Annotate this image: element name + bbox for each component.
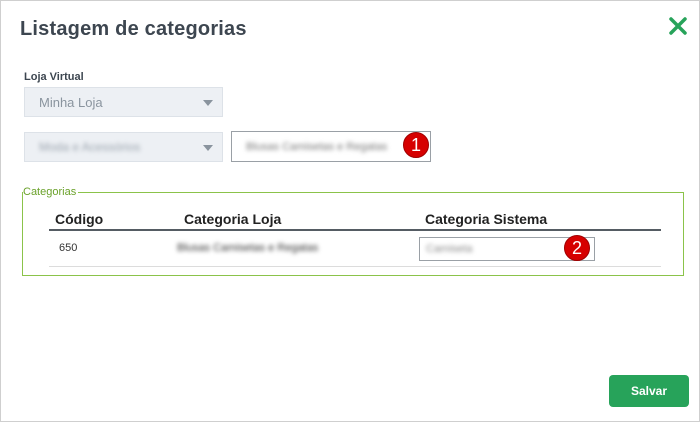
dialog-title: Listagem de categorias <box>20 18 247 40</box>
save-button[interactable]: Salvar <box>609 375 689 407</box>
step-marker-1: 1 <box>403 132 429 158</box>
step-marker-2: 2 <box>564 235 590 261</box>
system-category-value: Camiseta <box>426 243 473 255</box>
close-button[interactable] <box>667 15 689 37</box>
categories-legend: Categorias <box>23 186 77 198</box>
column-header-system-category: Categoria Sistema <box>425 211 548 227</box>
cell-code: 650 <box>59 242 78 254</box>
category-search-input[interactable]: Blusas Camisetas e Regatas <box>231 131 431 162</box>
category-filter-select-value: Moda e Acessórios <box>39 140 141 154</box>
column-header-code: Código <box>55 211 104 227</box>
cell-store-category: Blusas Camisetas e Regatas <box>177 242 319 254</box>
category-search-value: Blusas Camisetas e Regatas <box>246 140 388 153</box>
chevron-down-icon <box>203 100 213 106</box>
table-header: Código Categoria Loja Categoria Sistema <box>49 207 661 231</box>
store-select-value: Minha Loja <box>39 94 103 110</box>
column-header-store-category: Categoria Loja <box>184 211 282 227</box>
category-listing-dialog: Listagem de categorias Loja Virtual Minh… <box>0 0 700 422</box>
store-field-label: Loja Virtual <box>24 71 84 83</box>
close-icon <box>669 17 687 35</box>
chevron-down-icon <box>203 145 213 151</box>
category-filter-select[interactable]: Moda e Acessórios <box>24 132 223 162</box>
store-select[interactable]: Minha Loja <box>24 87 223 117</box>
